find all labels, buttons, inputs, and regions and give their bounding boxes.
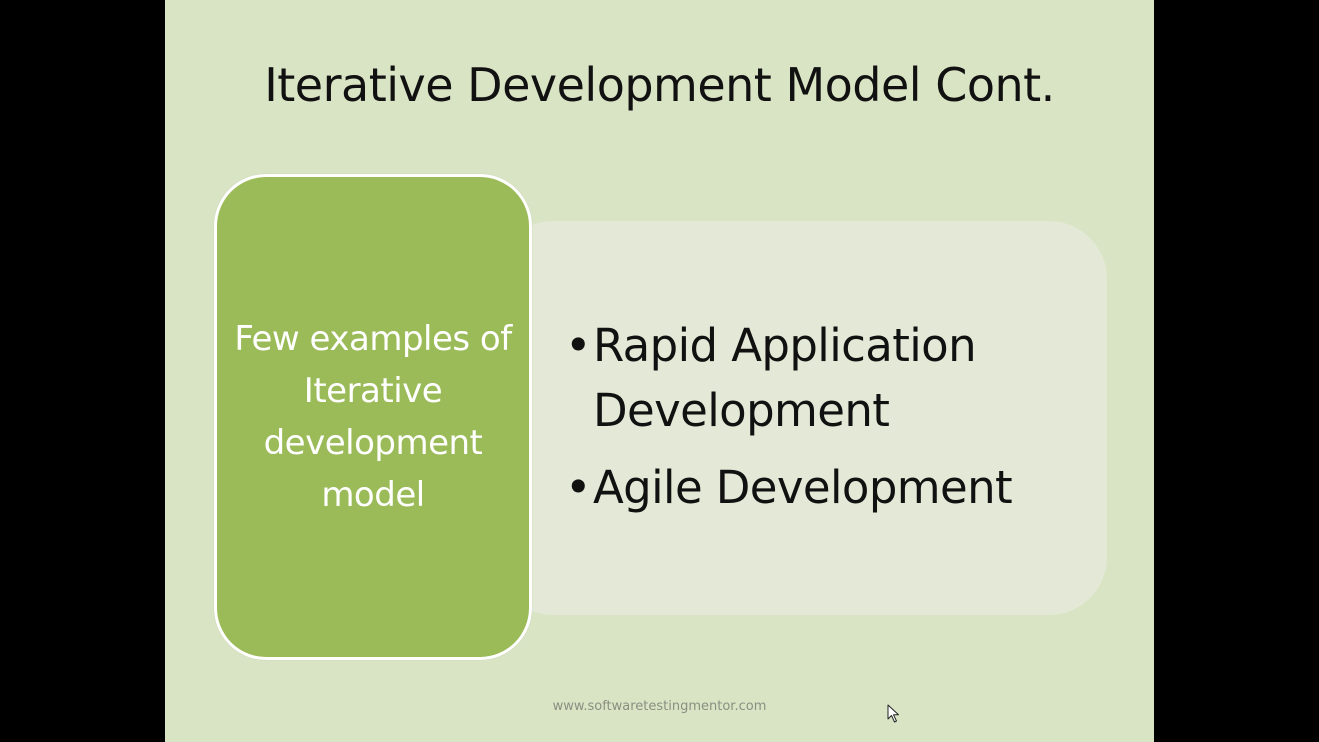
mouse-pointer-icon — [887, 704, 899, 723]
bullet-text: Rapid Application Development — [593, 319, 977, 437]
letterbox-left — [0, 0, 165, 742]
presentation-slide: Iterative Development Model Cont. Few ex… — [165, 0, 1154, 742]
bullet-item-rapid-application-development: • Rapid Application Development — [565, 313, 1105, 443]
letterbox-right — [1154, 0, 1319, 742]
bullet-text: Agile Development — [593, 461, 1013, 514]
footer-url: www.softwaretestingmentor.com — [552, 699, 767, 714]
bullet-dot: • — [565, 461, 592, 514]
bullet-dot: • — [565, 319, 592, 372]
bullet-item-agile-development: • Agile Development — [565, 455, 1105, 520]
slide-title: Iterative Development Model Cont. — [264, 58, 1055, 112]
label-box-text: Few examples of Iterative development mo… — [234, 319, 512, 515]
bullet-list: • Rapid Application Development • Agile … — [565, 313, 1105, 532]
label-box: Few examples of Iterative development mo… — [214, 174, 532, 660]
